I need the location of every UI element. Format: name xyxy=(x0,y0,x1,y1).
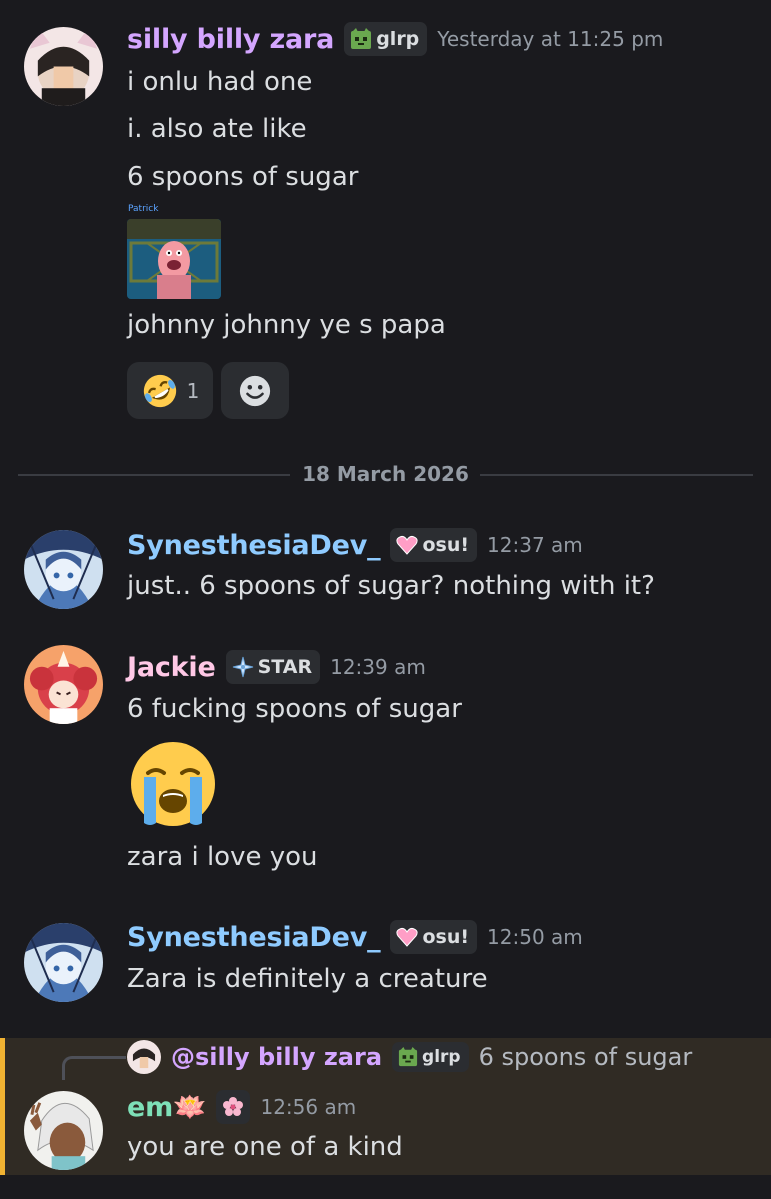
message-text: zara i love you xyxy=(127,842,318,872)
timestamp: 12:37 am xyxy=(487,533,583,557)
message-header: Jackie STAR 12:39 am xyxy=(127,650,426,684)
message-text: you are one of a kind xyxy=(127,1132,403,1162)
guild-tag-label: osu! xyxy=(422,926,470,948)
avatar-em[interactable] xyxy=(24,1091,103,1170)
message-text: 6 fucking spoons of sugar xyxy=(127,694,462,724)
guild-tag[interactable]: osu! xyxy=(390,920,478,954)
loudly-crying-face-icon xyxy=(131,742,215,826)
avatar-synesthesia[interactable] xyxy=(24,923,103,1002)
rolling-on-floor-laughing-icon xyxy=(143,374,176,407)
gif-attachment[interactable] xyxy=(127,219,221,299)
guild-tag-label: osu! xyxy=(422,534,470,556)
reaction-pill[interactable]: 1 xyxy=(127,362,213,419)
timestamp: 12:56 am xyxy=(260,1095,357,1119)
username[interactable]: em🪷 xyxy=(127,1091,207,1123)
guild-tag[interactable]: STAR xyxy=(225,650,321,684)
cat-face-icon xyxy=(350,28,372,50)
cat-face-icon xyxy=(398,1047,418,1067)
message-header: SynesthesiaDev_ osu! 12:50 am xyxy=(127,920,583,954)
timestamp: Yesterday at 11:25 pm xyxy=(437,27,664,51)
reply-avatar xyxy=(127,1040,161,1074)
pink-heart-icon xyxy=(396,926,419,948)
timestamp: 12:39 am xyxy=(330,655,426,679)
message-header: SynesthesiaDev_ osu! 12:37 am xyxy=(127,528,583,562)
reply-text: 6 spoons of sugar xyxy=(478,1043,693,1071)
message-text: i. also ate like xyxy=(127,114,307,144)
reaction-count: 1 xyxy=(186,378,200,403)
message-header: em🪷 12:56 am xyxy=(127,1090,356,1124)
message-text: i onlu had one xyxy=(127,67,313,97)
guild-tag-label: glrp xyxy=(376,28,420,50)
guild-tag[interactable] xyxy=(216,1090,251,1124)
username[interactable]: SynesthesiaDev_ xyxy=(127,922,381,953)
avatar-zara[interactable] xyxy=(24,27,103,106)
username[interactable]: silly billy zara xyxy=(127,24,334,55)
message-text: Zara is definitely a creature xyxy=(127,964,488,994)
guild-tag-label: glrp xyxy=(422,1047,461,1067)
reply-username[interactable]: @silly billy zara xyxy=(171,1043,382,1071)
guild-tag[interactable]: glrp xyxy=(344,22,428,56)
username[interactable]: Jackie xyxy=(127,652,216,683)
avatar-synesthesia[interactable] xyxy=(24,530,103,609)
message-header: silly billy zara glrp Yesterday at 11:25… xyxy=(127,22,663,56)
cherry-blossom-icon xyxy=(222,1096,244,1118)
add-reaction-icon xyxy=(239,375,271,406)
guild-tag[interactable]: osu! xyxy=(390,528,478,562)
guild-tag[interactable]: glrp xyxy=(392,1042,469,1072)
diamond-star-icon xyxy=(232,656,254,678)
avatar-jackie[interactable] xyxy=(24,645,103,724)
add-reaction-button[interactable] xyxy=(221,362,289,419)
message-text: johnny johnny ye s papa xyxy=(127,310,446,340)
reply-preview[interactable]: @silly billy zara glrp 6 spoons of sugar xyxy=(127,1040,692,1074)
date-divider: 18 March 2026 xyxy=(302,462,469,486)
chat-log: silly billy zara glrp Yesterday at 11:25… xyxy=(0,0,771,1199)
timestamp: 12:50 am xyxy=(487,925,583,949)
message-text: just.. 6 spoons of sugar? nothing with i… xyxy=(127,571,655,601)
gif-caption: Patrick xyxy=(128,204,159,214)
username[interactable]: SynesthesiaDev_ xyxy=(127,530,381,561)
reply-connector xyxy=(62,1056,126,1080)
pink-heart-icon xyxy=(396,534,419,556)
message-text: 6 spoons of sugar xyxy=(127,162,359,192)
guild-tag-label: STAR xyxy=(257,656,313,678)
